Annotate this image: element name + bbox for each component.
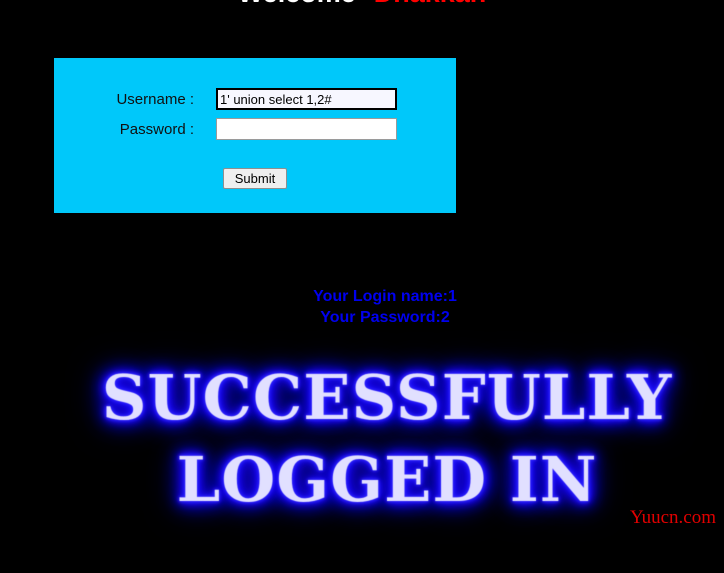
username-input[interactable]	[216, 88, 397, 110]
result-login-name: Your Login name:1	[313, 288, 457, 305]
submit-button[interactable]: Submit	[222, 168, 288, 189]
password-row: Password :	[54, 118, 456, 142]
login-form-panel: Username : Password : Submit	[54, 58, 456, 213]
flag-line-1-wrapper: SUCCESSFULLY SUCCESSFULLY	[92, 362, 682, 434]
header-welcome-text: Welcome	[238, 0, 356, 8]
password-label: Password :	[119, 121, 194, 138]
flag-line-2: LOGGED IN	[176, 443, 598, 516]
password-input[interactable]	[216, 118, 397, 140]
header-brand-text: Dhakkan	[374, 0, 487, 8]
page-header: Welcome Dhakkan	[0, 0, 724, 9]
success-flag-image: SUCCESSFULLY SUCCESSFULLY LOGGED IN LOGG…	[92, 362, 682, 516]
username-label: Username :	[116, 91, 194, 108]
flag-line-1: SUCCESSFULLY	[101, 361, 673, 434]
query-result-block: Your Login name:1 Your Password:2	[0, 286, 724, 328]
site-watermark: Yuucn.com	[629, 507, 716, 528]
username-row: Username :	[54, 88, 456, 112]
flag-line-2-wrapper: LOGGED IN LOGGED IN	[92, 444, 682, 516]
submit-row: Submit	[54, 168, 456, 189]
result-password: Your Password:2	[320, 309, 450, 326]
